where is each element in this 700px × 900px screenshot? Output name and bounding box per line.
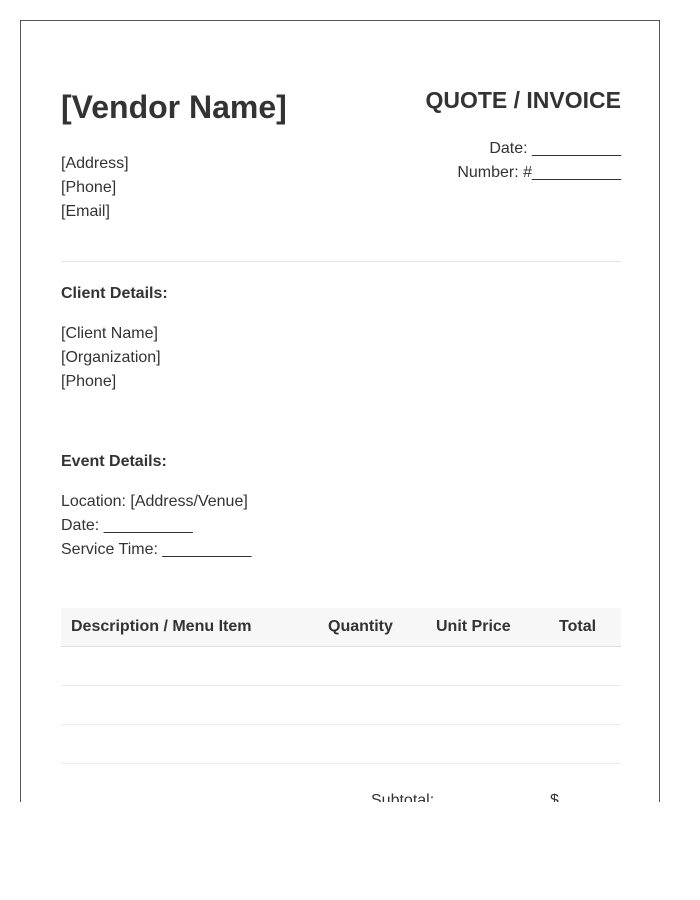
column-header-description: Description / Menu Item: [71, 618, 252, 635]
vendor-phone: [Phone]: [61, 179, 117, 196]
vendor-name: [Vendor Name]: [61, 89, 287, 125]
header-divider: [61, 261, 621, 262]
client-name: [Client Name]: [61, 325, 158, 342]
client-details: [Client Name] [Organization] [Phone]: [61, 322, 161, 394]
table-header: Description / Menu Item Quantity Unit Pr…: [61, 608, 621, 647]
client-details-heading: Client Details:: [61, 285, 168, 302]
event-location: Location: [Address/Venue]: [61, 493, 248, 510]
items-table: Description / Menu Item Quantity Unit Pr…: [61, 608, 621, 764]
column-header-unit-price: Unit Price: [436, 618, 511, 635]
event-details-heading: Event Details:: [61, 453, 167, 470]
table-row: [61, 686, 621, 725]
document-date: Date: __________: [489, 140, 621, 157]
client-organization: [Organization]: [61, 349, 161, 366]
document-meta: Date: __________ Number: #__________: [457, 137, 621, 185]
event-date: Date: __________: [61, 517, 193, 534]
column-header-total: Total: [559, 618, 597, 635]
event-details: Location: [Address/Venue] Date: ________…: [61, 490, 251, 562]
vendor-email: [Email]: [61, 203, 110, 220]
event-service-time: Service Time: __________: [61, 541, 252, 558]
invoice-page: [Vendor Name] QUOTE / INVOICE [Address] …: [20, 20, 660, 802]
vendor-address: [Address]: [61, 155, 129, 172]
client-phone: [Phone]: [61, 373, 117, 390]
document-number: Number: #__________: [457, 164, 621, 181]
table-row: [61, 647, 621, 686]
subtotal-value: $: [550, 792, 559, 802]
column-header-quantity: Quantity: [328, 618, 393, 635]
vendor-contact: [Address] [Phone] [Email]: [61, 152, 129, 224]
table-row: [61, 725, 621, 764]
document-title: QUOTE / INVOICE: [425, 87, 621, 113]
subtotal-label: Subtotal:: [371, 792, 435, 802]
